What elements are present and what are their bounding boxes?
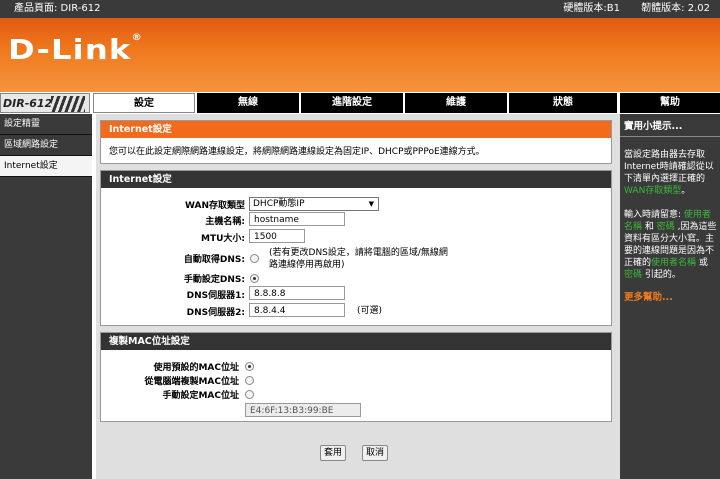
mac-address-input[interactable]: E4:6F:13:B3:99:BE	[245, 403, 361, 417]
dns2-input[interactable]: 8.8.4.4	[249, 303, 345, 317]
mac-clone-panel: 複製MAC位址設定 使用預設的MAC位址 從電腦端複製MAC位址 手動設定MAC…	[100, 332, 612, 422]
model-badge: DIR-612	[0, 93, 90, 113]
mtu-label: MTU大小:	[200, 234, 245, 244]
cancel-button[interactable]: 取消	[362, 445, 388, 461]
manual-dns-label: 手動設定DNS:	[183, 275, 245, 285]
firmware-version: 韌體版本: 2.02	[641, 3, 710, 14]
intro-panel: Internet設定 您可以在此設定網際網路連線設定，將網際網路連線設定為固定I…	[100, 120, 612, 164]
internet-settings-panel: Internet設定 WAN存取類型 DHCP動態IP ▼ 主機名稱: host…	[100, 170, 612, 326]
hardware-version: 硬體版本:B1	[563, 3, 620, 14]
tab-status[interactable]: 狀態	[509, 93, 617, 113]
intro-title: Internet設定	[101, 121, 611, 138]
auto-dns-label: 自動取得DNS:	[183, 255, 245, 265]
tab-setup[interactable]: 設定	[93, 93, 195, 113]
mac-clone-title: 複製MAC位址設定	[101, 333, 611, 350]
dns2-optional-note: (可選)	[357, 306, 383, 316]
tab-wireless[interactable]: 無線	[197, 93, 299, 113]
hostname-input[interactable]: hostname	[249, 212, 345, 226]
help-tip-credentials: 輸入時請留意: 使用者名稱 和 密碼 ,因為這些資料有區分大小寫。主要的連線問題…	[624, 210, 717, 280]
tab-maintenance[interactable]: 維護	[405, 93, 507, 113]
dns1-input[interactable]: 8.8.8.8	[249, 286, 345, 300]
auto-dns-note: (若有更改DNS設定，請將電腦的區域/無線網 路連線停用再啟用)	[269, 248, 448, 270]
version-info: 硬體版本:B1 韌體版本: 2.02	[545, 0, 710, 18]
default-mac-radio[interactable]	[245, 362, 254, 371]
sidebar-item-lan[interactable]: 區域網路設定	[0, 135, 92, 156]
help-panel: 實用小提示... 當設定路由器去存取Internet時請確認從以下清單內選擇正確…	[620, 114, 720, 479]
hostname-label: 主機名稱:	[205, 217, 245, 227]
help-title: 實用小提示...	[620, 114, 720, 137]
sidebar-item-internet[interactable]: Internet設定	[0, 156, 92, 177]
tab-help[interactable]: 幫助	[620, 93, 720, 113]
intro-description: 您可以在此設定網際網路連線設定，將網際網路連線設定為固定IP、DHCP或PPPo…	[109, 147, 485, 157]
top-info-bar: 產品頁面: DIR-612 硬體版本:B1 韌體版本: 2.02	[0, 0, 720, 18]
main-content: Internet設定 您可以在此設定網際網路連線設定，將網際網路連線設定為固定I…	[96, 114, 620, 479]
auto-dns-radio[interactable]	[250, 254, 259, 263]
mtu-input[interactable]: 1500	[249, 229, 305, 243]
more-help-link[interactable]: 更多幫助...	[620, 281, 720, 303]
sidebar-item-wizard[interactable]: 設定精靈	[0, 114, 92, 135]
product-page-label: 產品頁面: DIR-612	[14, 3, 101, 14]
stripes-decoration	[51, 96, 85, 112]
dns1-label: DNS伺服器1:	[186, 291, 245, 301]
dlink-logo: D-Link®	[8, 33, 143, 66]
help-tip-wan: 當設定路由器去存取Internet時請確認從以下清單內選擇正確的WAN存取類型。	[624, 150, 714, 196]
wan-type-label: WAN存取類型	[184, 201, 245, 211]
apply-button[interactable]: 套用	[320, 445, 346, 461]
main-nav: DIR-612 設定 無線 進階設定 維護 狀態 幫助	[0, 92, 720, 114]
tab-advanced[interactable]: 進階設定	[301, 93, 403, 113]
sidebar: 設定精靈 區域網路設定 Internet設定	[0, 114, 94, 479]
wan-type-select[interactable]: DHCP動態IP ▼	[249, 197, 379, 211]
brand-banner: D-Link®	[0, 18, 720, 94]
manual-mac-radio[interactable]	[245, 390, 254, 399]
manual-mac-label: 手動設定MAC位址	[162, 391, 239, 401]
help-link-wan-type[interactable]: WAN存取類型	[624, 186, 681, 196]
manual-dns-radio[interactable]	[250, 274, 259, 283]
chevron-down-icon: ▼	[368, 200, 374, 208]
dns2-label: DNS伺服器2:	[186, 308, 245, 318]
clone-mac-radio[interactable]	[245, 376, 254, 385]
internet-settings-title: Internet設定	[101, 171, 611, 188]
